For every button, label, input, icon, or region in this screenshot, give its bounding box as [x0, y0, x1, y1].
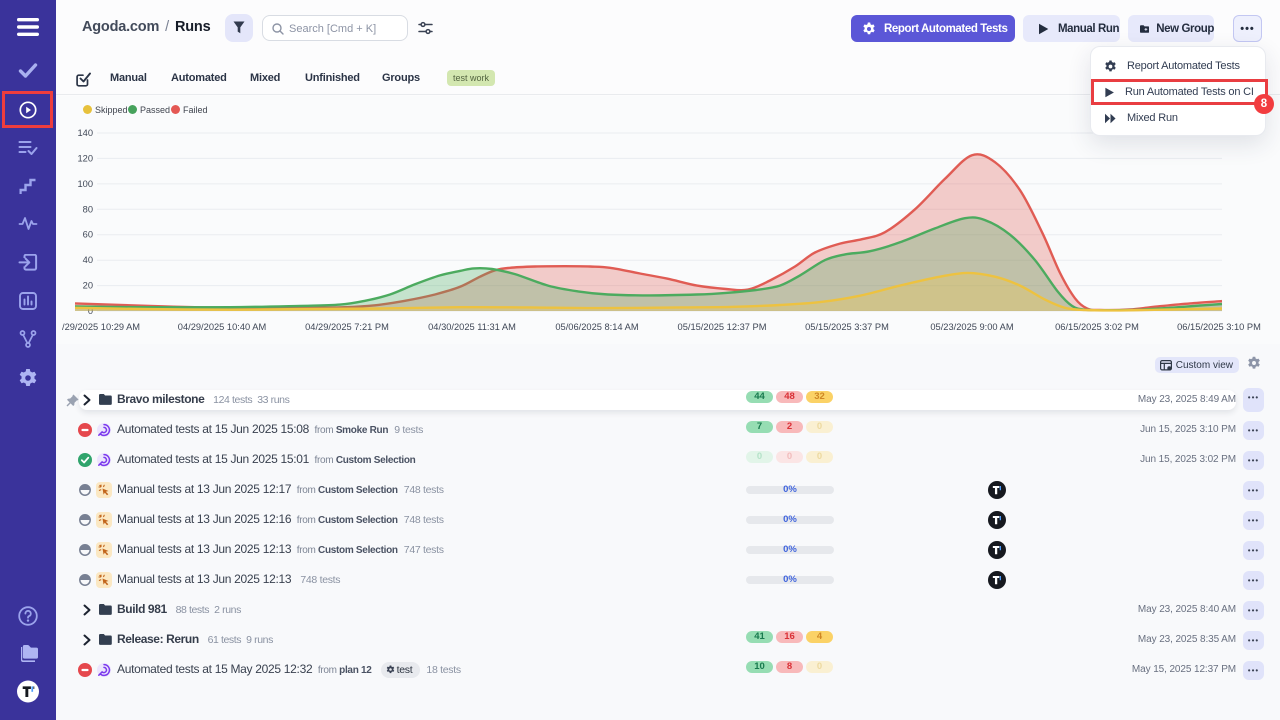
svg-text:04/29/2025 7:21 PM: 04/29/2025 7:21 PM — [305, 322, 389, 332]
svg-text:100: 100 — [77, 179, 93, 189]
svg-text:05/06/2025 8:14 AM: 05/06/2025 8:14 AM — [555, 322, 638, 332]
svg-text:40: 40 — [83, 255, 93, 265]
svg-text:04/30/2025 11:31 AM: 04/30/2025 11:31 AM — [428, 322, 516, 332]
svg-text:/29/2025 10:29 AM: /29/2025 10:29 AM — [62, 322, 140, 332]
svg-text:60: 60 — [83, 230, 93, 240]
svg-text:140: 140 — [77, 128, 93, 138]
svg-text:06/15/2025 3:10 PM: 06/15/2025 3:10 PM — [1177, 322, 1261, 332]
svg-text:20: 20 — [83, 281, 93, 291]
svg-text:05/15/2025 3:37 PM: 05/15/2025 3:37 PM — [805, 322, 889, 332]
svg-text:80: 80 — [83, 204, 93, 214]
svg-text:120: 120 — [77, 153, 93, 163]
svg-text:04/29/2025 10:40 AM: 04/29/2025 10:40 AM — [178, 322, 266, 332]
svg-text:06/15/2025 3:02 PM: 06/15/2025 3:02 PM — [1055, 322, 1139, 332]
svg-text:05/23/2025 9:00 AM: 05/23/2025 9:00 AM — [930, 322, 1013, 332]
svg-text:05/15/2025 12:37 PM: 05/15/2025 12:37 PM — [678, 322, 767, 332]
